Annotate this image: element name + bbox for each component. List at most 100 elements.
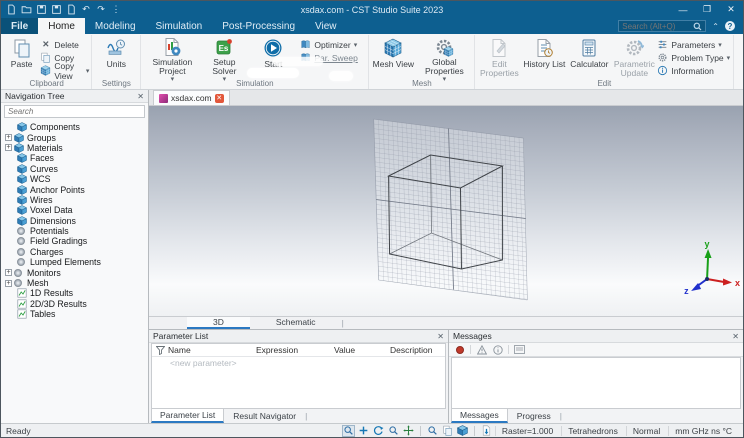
- help-icon[interactable]: ?: [725, 21, 735, 31]
- tree-item-tables[interactable]: Tables: [5, 309, 148, 319]
- tab-file[interactable]: File: [1, 18, 39, 34]
- tree-item-monitors[interactable]: + Monitors: [5, 267, 148, 278]
- filter-icon[interactable]: [152, 345, 168, 355]
- tab-home[interactable]: Home: [38, 18, 85, 34]
- ribbon-group-clipboard: Paste ✕ Delete Copy Copy View ▾ Clipboar…: [2, 35, 93, 89]
- close-panel-icon[interactable]: ✕: [732, 332, 739, 341]
- tree-search-input[interactable]: [8, 107, 141, 116]
- undo-icon[interactable]: ↶: [80, 4, 92, 16]
- expand-icon[interactable]: +: [5, 269, 12, 277]
- status-units[interactable]: mm GHz ns °C: [668, 425, 738, 436]
- tree-item-1d-results[interactable]: 1D Results: [5, 288, 148, 298]
- optimizer-button[interactable]: Optimizer ▾: [300, 39, 366, 50]
- parameters-button[interactable]: Parameters ▾: [657, 39, 731, 50]
- maximize-button[interactable]: ❐: [695, 1, 719, 18]
- open-report-button[interactable]: Open Report▾: [736, 36, 743, 78]
- paste-button[interactable]: Paste: [4, 36, 39, 78]
- close-panel-icon[interactable]: ✕: [137, 92, 144, 101]
- qat-customize-icon[interactable]: ⋮: [110, 4, 122, 16]
- expand-icon[interactable]: +: [5, 144, 12, 152]
- tree-item-anchor-points[interactable]: Anchor Points: [5, 184, 148, 195]
- mesh-cells-icon[interactable]: [456, 425, 469, 437]
- chart-icon: [17, 299, 27, 309]
- open-file-icon[interactable]: [20, 4, 32, 16]
- close-document-icon[interactable]: ✕: [214, 93, 224, 103]
- edit-properties-button[interactable]: Edit Properties: [477, 36, 521, 78]
- clipping-plane-icon[interactable]: [441, 425, 454, 437]
- parametric-update-button[interactable]: Parametric Update: [612, 36, 656, 78]
- tab-modeling[interactable]: Modeling: [85, 18, 146, 34]
- global-properties-button[interactable]: Global Properties ▾: [416, 36, 472, 83]
- move-icon[interactable]: [402, 425, 415, 437]
- errors-filter-icon[interactable]: [454, 344, 465, 355]
- tree-item-voxel-data[interactable]: Voxel Data: [5, 205, 148, 215]
- tree-search-box[interactable]: [4, 105, 145, 118]
- tree-item-potentials[interactable]: Potentials: [5, 226, 148, 236]
- close-panel-icon[interactable]: ✕: [437, 332, 444, 341]
- zoom-window-icon[interactable]: [341, 424, 355, 437]
- message-options-icon[interactable]: [514, 344, 525, 355]
- tab-result-navigator[interactable]: Result Navigator: [224, 409, 305, 423]
- document-tab[interactable]: xsdax.com ✕: [153, 90, 230, 105]
- save-all-icon[interactable]: [50, 4, 62, 16]
- setup-solver-button[interactable]: Setup Solver ▾: [202, 36, 246, 83]
- parameter-table[interactable]: Name Expression Value Description <new p…: [151, 343, 446, 409]
- status-raster[interactable]: Raster=1.000: [494, 425, 559, 436]
- dynamic-zoom-icon[interactable]: [387, 425, 400, 437]
- tree-item-charges[interactable]: Charges: [5, 247, 148, 257]
- status-mesh-cells[interactable]: Tetrahedrons: [561, 425, 624, 436]
- zoom-icon[interactable]: [426, 425, 439, 437]
- expand-icon[interactable]: +: [5, 279, 12, 287]
- tree-item-wires[interactable]: Wires: [5, 195, 148, 205]
- cube-icon: [17, 164, 27, 174]
- tab-view[interactable]: View: [305, 18, 347, 34]
- tree-item-lumped-elements[interactable]: Lumped Elements: [5, 257, 148, 267]
- problem-type-button[interactable]: Problem Type ▾: [657, 52, 731, 63]
- search-input[interactable]: [622, 21, 694, 31]
- mesh-view-button[interactable]: Mesh View: [371, 36, 415, 78]
- navigation-tree-panel: Navigation Tree ✕ Components +Groups +Ma…: [1, 90, 149, 423]
- tree-item-wcs[interactable]: WCS: [5, 174, 148, 184]
- tree-item-components[interactable]: Components: [5, 122, 148, 132]
- info-filter-icon[interactable]: [492, 344, 503, 355]
- history-list-button[interactable]: History List: [522, 36, 566, 78]
- tab-messages[interactable]: Messages: [451, 409, 508, 423]
- save-icon[interactable]: [35, 4, 47, 16]
- warnings-filter-icon[interactable]: [476, 344, 487, 355]
- 3d-viewport[interactable]: y x z: [149, 106, 743, 316]
- ribbon-search[interactable]: [618, 20, 707, 32]
- status-view-mode[interactable]: Normal: [625, 425, 666, 436]
- expand-icon[interactable]: +: [5, 134, 12, 142]
- tab-progress[interactable]: Progress: [508, 409, 560, 423]
- tree-item-curves[interactable]: Curves: [5, 164, 148, 174]
- tree-item-field-gradings[interactable]: Field Gradings: [5, 236, 148, 246]
- tree-item-dimensions[interactable]: Dimensions: [5, 216, 148, 226]
- tab-schematic[interactable]: Schematic: [250, 317, 342, 329]
- units-button[interactable]: Units: [94, 36, 138, 78]
- tree-item-2d3d-results[interactable]: 2D/3D Results: [5, 299, 148, 309]
- calculator-button[interactable]: Calculator: [567, 36, 611, 78]
- new-parameter-row[interactable]: <new parameter>: [152, 357, 445, 369]
- simulation-project-button[interactable]: Simulation Project ▾: [143, 36, 201, 83]
- pan-icon[interactable]: [357, 425, 370, 437]
- import-icon[interactable]: [65, 4, 77, 16]
- export-image-icon[interactable]: [480, 425, 493, 437]
- tree-item-groups[interactable]: + Groups: [5, 132, 148, 143]
- delete-button[interactable]: ✕ Delete: [40, 39, 89, 50]
- tree-item-materials[interactable]: + Materials: [5, 143, 148, 153]
- messages-body[interactable]: [451, 357, 741, 409]
- new-file-icon[interactable]: [5, 4, 17, 16]
- minimize-button[interactable]: —: [671, 1, 695, 18]
- tree-item-mesh[interactable]: + Mesh: [5, 278, 148, 288]
- tab-post-processing[interactable]: Post-Processing: [212, 18, 305, 34]
- tree-item-faces[interactable]: Faces: [5, 153, 148, 163]
- tab-simulation[interactable]: Simulation: [146, 18, 213, 34]
- close-button[interactable]: ✕: [719, 1, 743, 18]
- tab-3d[interactable]: 3D: [187, 317, 250, 329]
- rotate-view-icon[interactable]: [372, 425, 385, 437]
- collapse-ribbon-icon[interactable]: ⌃: [712, 22, 719, 31]
- copy-view-button[interactable]: Copy View ▾: [40, 61, 89, 81]
- tab-parameter-list[interactable]: Parameter List: [151, 409, 225, 423]
- information-button[interactable]: Information: [657, 65, 731, 76]
- redo-icon[interactable]: ↷: [95, 4, 107, 16]
